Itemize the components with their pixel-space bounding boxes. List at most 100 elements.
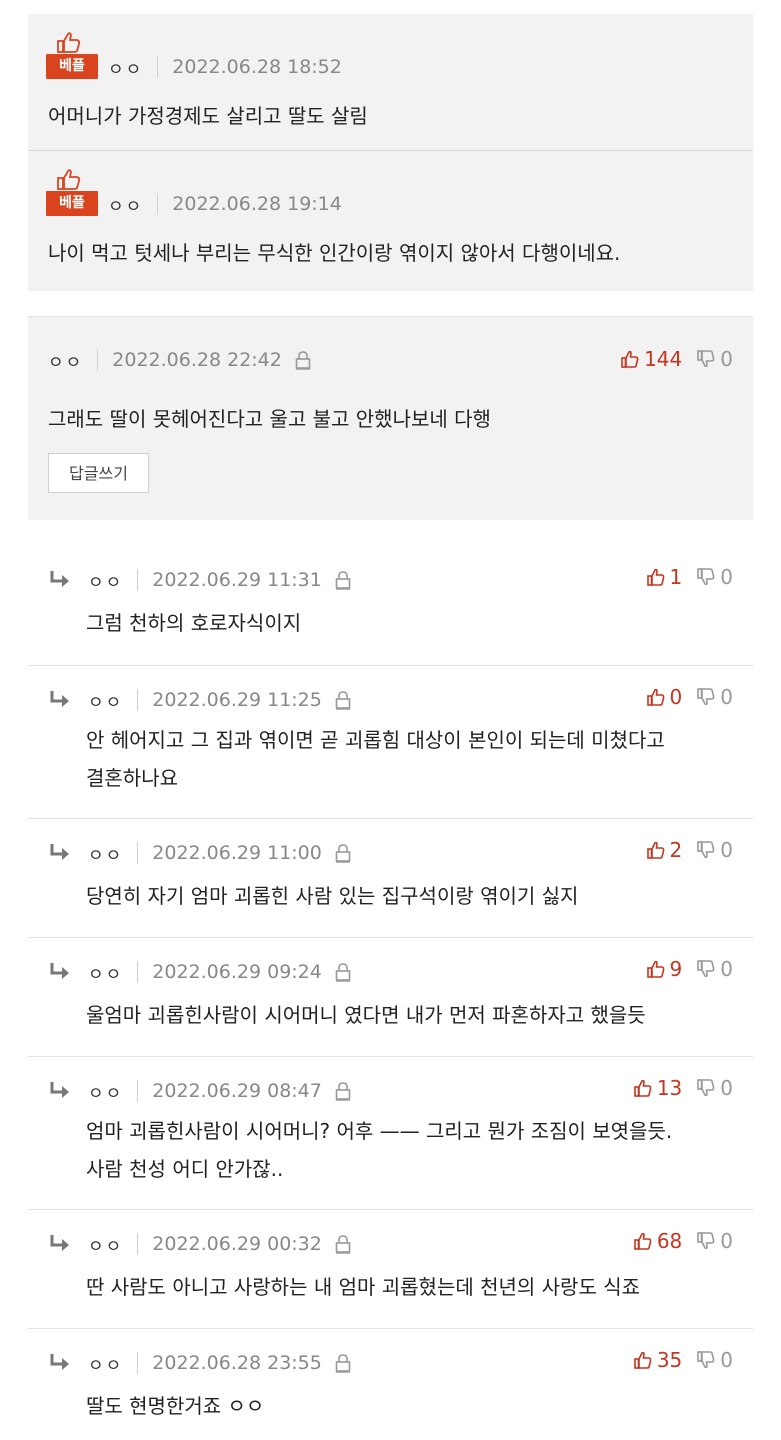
reply-comment: ㅇㅇ 2022.06.28 23:55 35 0 딸도 현명한거죠 ㅇㅇ bbox=[28, 1328, 753, 1440]
comment-meta: ㅇㅇ 2022.06.28 22:42 bbox=[48, 347, 312, 373]
thumbs-down-icon bbox=[697, 960, 715, 978]
downvote-count: 0 bbox=[720, 1076, 733, 1100]
comment-meta: ㅇㅇ 2022.06.29 08:47 bbox=[88, 1078, 352, 1104]
comment-line: 울엄마 괴롭힌사람이 시어머니 였다면 내가 먼저 파혼하자고 했을듯 bbox=[86, 1003, 646, 1027]
comment-date: 2022.06.29 11:25 bbox=[152, 689, 322, 711]
thumbs-down-icon bbox=[697, 1232, 715, 1250]
upvote-count: 1 bbox=[669, 565, 683, 589]
vote-group: 144 0 bbox=[620, 347, 733, 371]
comment-line: 안 헤어지고 그 집과 엮이면 곧 괴롭힘 대상이 본인이 되는데 미쳤다고 bbox=[86, 728, 665, 752]
lock-icon bbox=[335, 1354, 351, 1373]
lock-icon bbox=[335, 1235, 351, 1254]
comment-date: 2022.06.29 11:31 bbox=[152, 569, 322, 591]
lock-icon bbox=[335, 1082, 351, 1101]
comment-line: 결혼하나요 bbox=[86, 766, 178, 790]
author-nick[interactable]: ㅇㅇ bbox=[88, 688, 123, 713]
downvote-count: 0 bbox=[720, 347, 733, 371]
upvote-button[interactable]: 9 bbox=[646, 957, 683, 981]
reply-arrow-icon bbox=[50, 571, 69, 587]
comment-text: 안 헤어지고 그 집과 엮이면 곧 괴롭힘 대상이 본인이 되는데 미쳤다고결혼… bbox=[86, 721, 736, 797]
downvote-count: 0 bbox=[720, 838, 733, 862]
reply-arrow-icon bbox=[50, 1082, 69, 1098]
downvote-button[interactable]: 0 bbox=[696, 838, 733, 862]
author-nick[interactable]: ㅇㅇ bbox=[88, 1232, 123, 1257]
downvote-button[interactable]: 0 bbox=[696, 1229, 733, 1253]
comment-date: 2022.06.29 08:47 bbox=[152, 1080, 322, 1102]
vote-group: 1 0 bbox=[646, 565, 733, 589]
downvote-button[interactable]: 0 bbox=[696, 1076, 733, 1100]
comment-line: 사람 천성 어디 안가잖.. bbox=[86, 1157, 284, 1181]
downvote-button[interactable]: 0 bbox=[696, 685, 733, 709]
best-badge: 베플 bbox=[46, 191, 98, 216]
comment-date: 2022.06.28 22:42 bbox=[112, 349, 282, 371]
comment-line: 딴 사람도 아니고 사랑하는 내 엄마 괴롭혔는데 천년의 사랑도 식죠 bbox=[86, 1275, 641, 1299]
downvote-count: 0 bbox=[720, 1229, 733, 1253]
comment-meta: ㅇㅇ 2022.06.28 18:52 bbox=[108, 54, 342, 80]
comment-text: 딸도 현명한거죠 ㅇㅇ bbox=[86, 1390, 264, 1419]
comment-text: 그래도 딸이 못헤어진다고 울고 불고 안했나보네 다행 bbox=[48, 407, 491, 431]
thumbs-down-icon bbox=[697, 841, 715, 859]
vote-group: 0 0 bbox=[646, 685, 733, 709]
upvote-button[interactable]: 144 bbox=[620, 347, 682, 371]
divider bbox=[137, 569, 139, 591]
divider bbox=[137, 842, 139, 864]
thumbs-up-icon bbox=[621, 350, 639, 368]
upvote-count: 2 bbox=[669, 838, 683, 862]
vote-group: 2 0 bbox=[646, 838, 733, 862]
thumbs-up-icon bbox=[634, 1079, 652, 1097]
reply-arrow-icon bbox=[50, 1235, 69, 1251]
thumbs-up-icon bbox=[646, 841, 664, 859]
author-nick[interactable]: ㅇㅇ bbox=[88, 1079, 123, 1104]
comment-date: 2022.06.28 19:14 bbox=[172, 193, 342, 215]
upvote-button[interactable]: 68 bbox=[633, 1229, 682, 1253]
upvote-button[interactable]: 0 bbox=[646, 685, 682, 709]
thumbs-up-icon bbox=[646, 688, 664, 706]
thumbs-up-icon bbox=[646, 960, 664, 978]
thumbs-up-icon bbox=[634, 1351, 652, 1369]
upvote-button[interactable]: 13 bbox=[633, 1076, 682, 1100]
reply-arrow-icon bbox=[50, 691, 69, 707]
divider bbox=[97, 349, 99, 371]
comment-date: 2022.06.28 23:55 bbox=[152, 1352, 322, 1374]
author-nick[interactable]: ㅇㅇ bbox=[88, 841, 123, 866]
divider bbox=[157, 193, 159, 215]
divider bbox=[137, 689, 139, 711]
upvote-count: 144 bbox=[644, 347, 683, 371]
comment-date: 2022.06.28 18:52 bbox=[172, 56, 342, 78]
comment-date: 2022.06.29 11:00 bbox=[152, 842, 322, 864]
author-nick[interactable]: ㅇㅇ bbox=[88, 960, 123, 985]
downvote-button[interactable]: 0 bbox=[696, 347, 733, 371]
author-nick[interactable]: ㅇㅇ bbox=[88, 568, 123, 593]
comment-date: 2022.06.29 00:32 bbox=[152, 1233, 322, 1255]
upvote-count: 68 bbox=[656, 1229, 683, 1253]
vote-group: 13 0 bbox=[633, 1076, 733, 1100]
lock-icon bbox=[295, 351, 311, 370]
comment-text: 어머니가 가정경제도 살리고 딸도 살림 bbox=[48, 104, 368, 128]
author-nick[interactable]: ㅇㅇ bbox=[108, 55, 143, 80]
comment-meta: ㅇㅇ 2022.06.29 11:31 bbox=[88, 567, 352, 593]
downvote-button[interactable]: 0 bbox=[696, 1348, 733, 1372]
lock-icon bbox=[335, 963, 351, 982]
author-nick[interactable]: ㅇㅇ bbox=[88, 1351, 123, 1376]
author-nick[interactable]: ㅇㅇ bbox=[108, 192, 143, 217]
author-nick[interactable]: ㅇㅇ bbox=[48, 348, 83, 373]
downvote-button[interactable]: 0 bbox=[696, 565, 733, 589]
thumbs-down-icon bbox=[697, 350, 715, 368]
vote-group: 68 0 bbox=[633, 1229, 733, 1253]
comment-meta: ㅇㅇ 2022.06.29 09:24 bbox=[88, 959, 352, 985]
write-reply-button[interactable]: 답글쓰기 bbox=[48, 453, 149, 493]
upvote-button[interactable]: 2 bbox=[646, 838, 683, 862]
upvote-button[interactable]: 1 bbox=[646, 565, 683, 589]
reply-comment: ㅇㅇ 2022.06.29 11:25 0 0 안 헤어지고 그 집과 엮이면 … bbox=[28, 665, 753, 819]
divider bbox=[137, 961, 139, 983]
downvote-button[interactable]: 0 bbox=[696, 957, 733, 981]
vote-group: 35 0 bbox=[633, 1348, 733, 1372]
comment-line: 당연히 자기 엄마 괴롭힌 사람 있는 집구석이랑 엮이기 싫지 bbox=[86, 884, 579, 908]
reply-arrow-icon bbox=[50, 844, 69, 860]
comment-line: 딸도 현명한거죠 ㅇㅇ bbox=[86, 1394, 265, 1418]
best-badge: 베플 bbox=[46, 54, 98, 79]
upvote-count: 9 bbox=[669, 957, 683, 981]
divider bbox=[137, 1352, 139, 1374]
upvote-button[interactable]: 35 bbox=[633, 1348, 682, 1372]
downvote-count: 0 bbox=[720, 957, 733, 981]
